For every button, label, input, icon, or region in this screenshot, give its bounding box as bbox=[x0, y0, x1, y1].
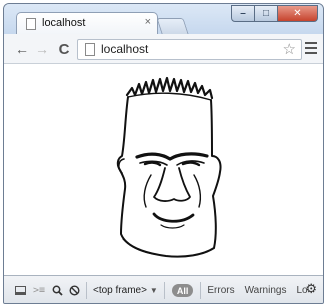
dock-icon[interactable] bbox=[11, 281, 29, 301]
forward-button[interactable]: → bbox=[34, 40, 50, 58]
filter-errors[interactable]: Errors bbox=[204, 281, 237, 301]
search-icon[interactable] bbox=[49, 281, 65, 301]
new-tab-button[interactable] bbox=[156, 18, 189, 34]
toolbar-divider bbox=[163, 282, 165, 299]
gear-icon[interactable]: ⚙ bbox=[305, 281, 317, 297]
tab-title: localhost bbox=[42, 17, 86, 29]
bookmark-star-icon[interactable]: ☆ bbox=[283, 40, 296, 58]
page-icon bbox=[26, 18, 36, 30]
browser-window: localhost × – □ ✕ ← → C localhost ☆ >≡ <… bbox=[3, 3, 324, 304]
url-text[interactable]: localhost bbox=[101, 42, 148, 56]
page-icon bbox=[85, 43, 95, 56]
hamburger-menu-icon[interactable] bbox=[305, 42, 317, 56]
page-content bbox=[4, 64, 323, 275]
filter-all[interactable]: All bbox=[171, 284, 194, 297]
close-tab-icon[interactable]: × bbox=[145, 16, 151, 28]
toolbar-divider bbox=[86, 282, 87, 299]
frame-selector-label: <top frame> bbox=[93, 285, 147, 296]
reload-button[interactable]: C bbox=[56, 40, 72, 58]
filter-warnings[interactable]: Warnings bbox=[242, 281, 290, 301]
maximize-button[interactable]: □ bbox=[255, 5, 278, 22]
devtools-bar: >≡ <top frame> ▼ All Errors Warnings Lo … bbox=[4, 275, 323, 303]
face-sketch bbox=[116, 76, 222, 258]
window-controls: – □ ✕ bbox=[231, 5, 318, 22]
minimize-button[interactable]: – bbox=[231, 5, 255, 22]
close-window-button[interactable]: ✕ bbox=[278, 5, 318, 22]
tab-localhost[interactable]: localhost × bbox=[16, 12, 158, 34]
clear-icon[interactable] bbox=[65, 281, 83, 301]
address-bar[interactable]: localhost ☆ bbox=[77, 39, 302, 60]
back-button[interactable]: ← bbox=[14, 40, 30, 58]
toolbar-divider bbox=[200, 282, 202, 299]
browser-toolbar: ← → C localhost ☆ bbox=[4, 34, 323, 64]
frame-selector[interactable]: <top frame> ▼ bbox=[90, 281, 161, 301]
dropdown-arrow-icon: ▼ bbox=[149, 286, 158, 295]
console-icon[interactable]: >≡ bbox=[29, 281, 49, 301]
